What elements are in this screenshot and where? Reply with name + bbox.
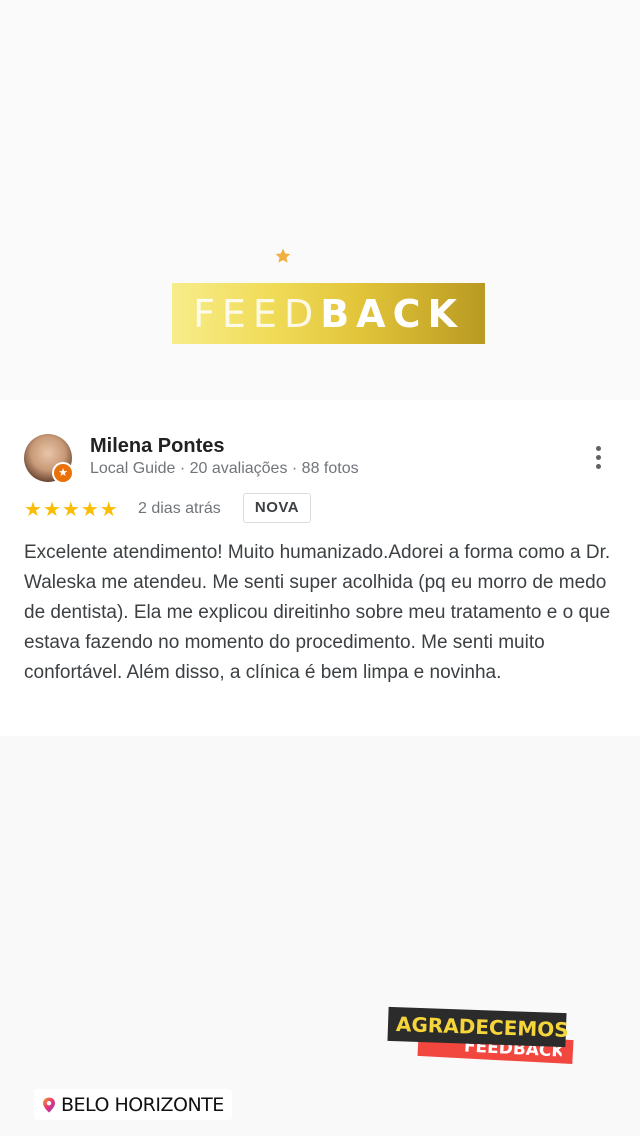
star-icon [275, 248, 291, 263]
reviewer-meta: Local Guide · 20 avaliações · 88 fotos [90, 460, 359, 477]
star-icon: ★ [61, 497, 80, 521]
menu-dot [595, 454, 601, 460]
feedback-banner: FEEDBACK [172, 283, 485, 344]
star-icon: ★ [24, 497, 42, 521]
feedback-title-light: FEED [193, 291, 321, 336]
review-time: 2 dias atrás [138, 500, 221, 517]
story-header-area: FEEDBACK [0, 0, 640, 400]
star-icon: ★ [42, 497, 61, 521]
menu-dot [595, 445, 601, 451]
avatar[interactable]: ★ [24, 434, 74, 484]
review-text: Excelente atendimento! Muito humanizado.… [24, 542, 611, 683]
local-guide-star-icon: ★ [52, 462, 74, 484]
rating-stars: ★ ★ ★ ★ ★ [24, 497, 118, 521]
star-icon: ★ [99, 497, 118, 521]
more-options-icon[interactable] [584, 440, 612, 474]
map-pin-icon [43, 1097, 55, 1112]
location-label: BELO HORIZONTE [61, 1093, 224, 1116]
new-badge: NOVA [243, 493, 311, 523]
feedback-title-bold: BACK [320, 291, 464, 336]
feedback-title: FEEDBACK [193, 292, 464, 336]
location-sticker[interactable]: BELO HORIZONTE [34, 1089, 232, 1120]
reviewer-name[interactable]: Milena Pontes [90, 435, 224, 458]
agradecemos-sticker[interactable]: FEEDBACK AGRADECEMOS [387, 1006, 574, 1065]
star-icon: ★ [80, 497, 99, 521]
review-card: ★ Milena Pontes Local Guide · 20 avaliaç… [0, 400, 640, 736]
menu-dot [595, 463, 601, 469]
